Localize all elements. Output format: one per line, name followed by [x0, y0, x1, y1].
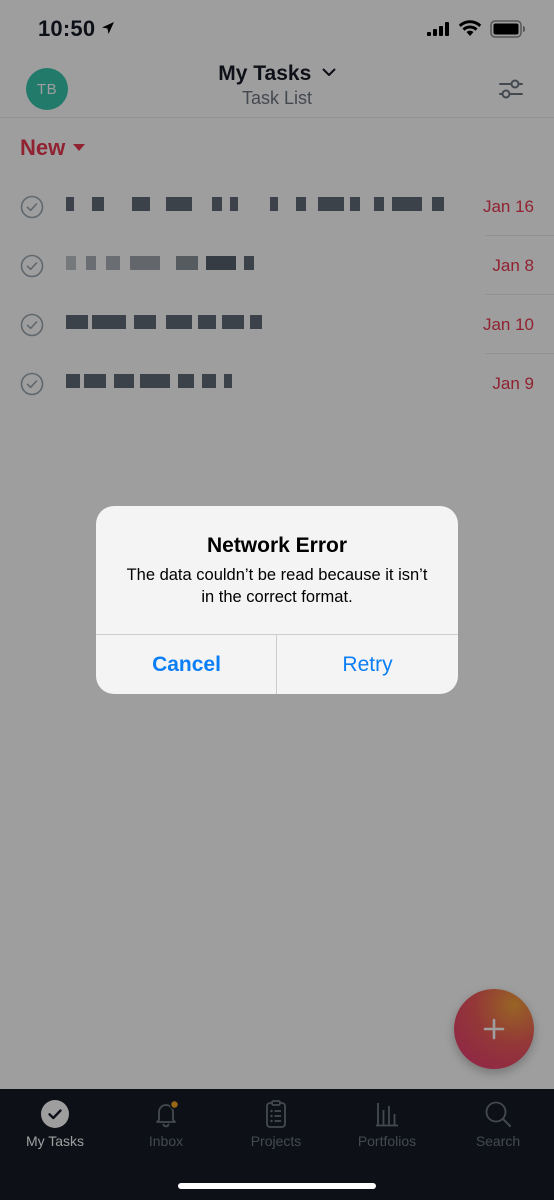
network-error-alert: Network Error The data couldn’t be read … — [96, 506, 458, 694]
cancel-button[interactable]: Cancel — [96, 635, 277, 694]
alert-message: The data couldn’t be read because it isn… — [126, 566, 428, 606]
home-indicator[interactable] — [178, 1183, 376, 1189]
retry-button[interactable]: Retry — [277, 635, 458, 694]
alert-title: Network Error — [206, 534, 348, 557]
